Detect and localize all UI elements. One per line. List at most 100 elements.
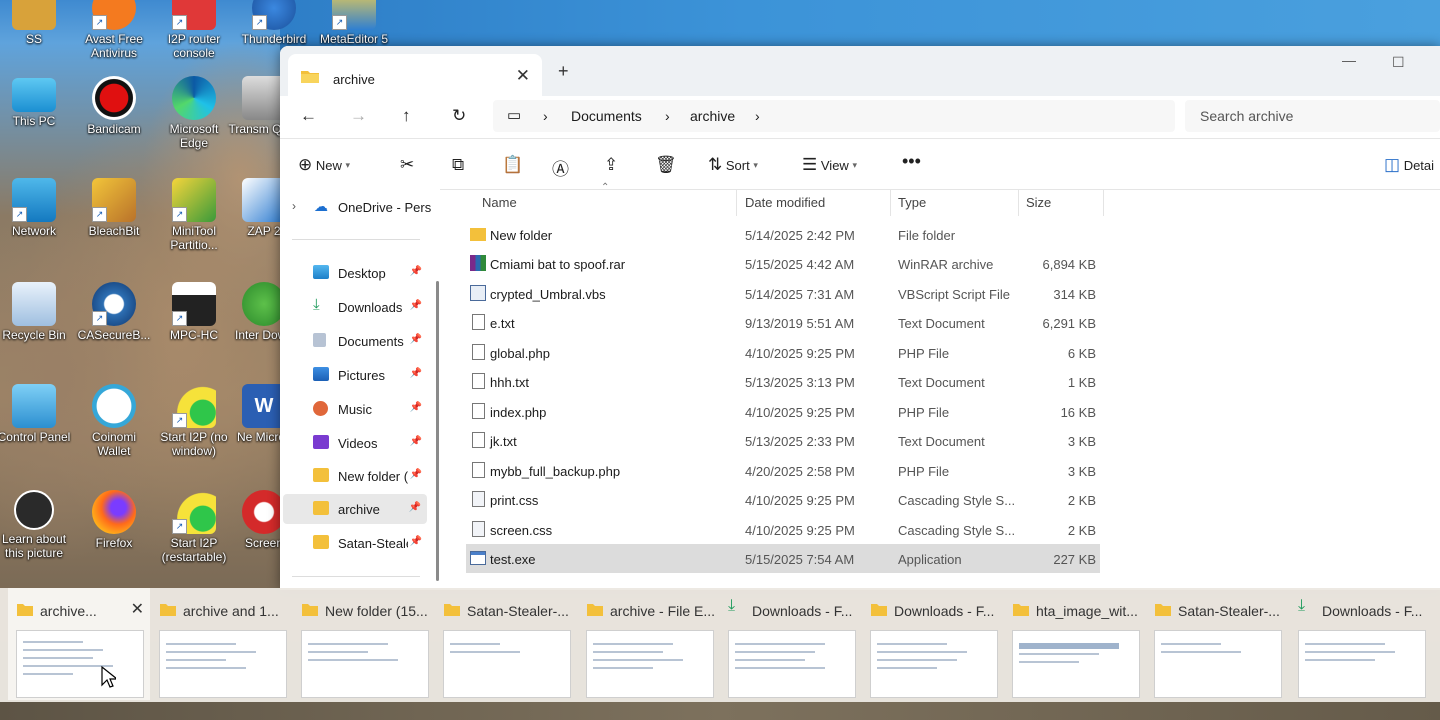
paste-button[interactable]: 📋 (502, 155, 523, 175)
pin-icon[interactable]: 📌 (410, 334, 422, 345)
cut-button[interactable]: ✂ (400, 155, 414, 175)
sidebar-item-pictures[interactable]: Pictures 📌 (280, 360, 428, 390)
desktop-icon-start-i2p-restartable[interactable]: ↗ Start I2P (restartable) (156, 490, 232, 564)
desktop-icon-ss[interactable]: SS (0, 0, 72, 46)
preview-archive-and-1[interactable]: archive and 1... (151, 588, 293, 700)
new-tab-button[interactable]: + (558, 61, 569, 82)
desktop-icon-bandicam[interactable]: Bandicam (76, 76, 152, 136)
column-divider[interactable] (1018, 190, 1019, 216)
desktop-icon-avast[interactable]: ↗ Avast Free Antivirus (76, 0, 152, 60)
desktop-icon-mpc-hc[interactable]: ↗ MPC-HC (156, 282, 232, 342)
tab-archive[interactable]: archive ✕ (288, 54, 542, 96)
more-options-button[interactable]: ••• (902, 151, 921, 172)
pin-icon[interactable]: 📌 (410, 402, 422, 413)
file-row[interactable]: print.css 4/10/2025 9:25 PM Cascading St… (466, 485, 1100, 514)
preview-new-folder-15[interactable]: New folder (15... (293, 588, 435, 700)
pin-icon[interactable]: 📌 (410, 436, 422, 447)
file-row[interactable]: New folder 5/14/2025 2:42 PM File folder (466, 220, 1100, 249)
pin-icon[interactable]: 📌 (410, 368, 422, 379)
file-row[interactable]: e.txt 9/13/2019 5:51 AM Text Document 6,… (466, 308, 1100, 337)
column-divider[interactable] (736, 190, 737, 216)
column-header-size[interactable]: Size (1026, 195, 1051, 223)
address-bar[interactable]: ▭ › Documents › archive › (493, 100, 1175, 132)
file-row[interactable]: global.php 4/10/2025 9:25 PM PHP File 6 … (466, 338, 1100, 367)
pin-icon[interactable]: 📌 (410, 300, 422, 311)
preview-downloads-1[interactable]: ⤓ Downloads - F... (720, 588, 862, 700)
desktop-icon-learn-about-picture[interactable]: Learn about this picture (0, 490, 72, 560)
column-header-date[interactable]: Date modified (745, 195, 825, 223)
sidebar-item-desktop[interactable]: Desktop 📌 (280, 258, 428, 288)
sidebar-item-new-folder[interactable]: New folder (1 📌 (280, 461, 428, 491)
delete-button[interactable]: 🗑 (655, 155, 677, 175)
desktop-icon-recycle-bin[interactable]: Recycle Bin (0, 282, 72, 342)
sidebar-item-satan-stealer[interactable]: Satan-Stealer 📌 (280, 528, 428, 558)
file-row[interactable]: crypted_Umbral.vbs 5/14/2025 7:31 AM VBS… (466, 279, 1100, 308)
close-icon[interactable]: ✕ (516, 66, 530, 86)
sidebar-item-archive[interactable]: archive 📌 (283, 494, 427, 524)
desktop-icon-edge[interactable]: Microsoft Edge (156, 76, 232, 150)
file-row[interactable]: jk.txt 5/13/2025 2:33 PM Text Document 3… (466, 426, 1100, 455)
sidebar-scrollbar[interactable] (436, 281, 439, 581)
minimize-button[interactable]: — (1342, 52, 1356, 68)
file-row[interactable]: mybb_full_backup.php 4/20/2025 2:58 PM P… (466, 456, 1100, 485)
close-icon[interactable]: ✕ (131, 599, 144, 619)
desktop-icon-this-pc[interactable]: This PC (0, 76, 72, 128)
column-header-type[interactable]: Type (898, 195, 926, 223)
desktop-icon-control-panel[interactable]: Control Panel (0, 384, 72, 444)
desktop-icon-coinomi[interactable]: Coinomi Wallet (76, 384, 152, 458)
desktop-icon-start-i2p-no-window[interactable]: ↗ Start I2P (no window) (156, 384, 232, 458)
file-row[interactable]: hhh.txt 5/13/2025 3:13 PM Text Document … (466, 367, 1100, 396)
breadcrumb-documents[interactable]: Documents (571, 108, 642, 124)
preview-hta-image[interactable]: hta_image_wit... (1004, 588, 1146, 700)
sidebar-item-onedrive[interactable]: › ☁ OneDrive - Pers (280, 192, 431, 222)
file-row[interactable]: index.php 4/10/2025 9:25 PM PHP File 16 … (466, 397, 1100, 426)
search-input[interactable]: Search archive (1185, 100, 1440, 132)
file-row-selected[interactable]: test.exe 5/15/2025 7:54 AM Application 2… (466, 544, 1100, 573)
file-row[interactable]: Cmiami bat to spoof.rar 5/15/2025 4:42 A… (466, 249, 1100, 278)
preview-archive-file-explorer[interactable]: archive - File E... (578, 588, 720, 700)
pin-icon[interactable]: 📌 (410, 536, 422, 547)
column-divider[interactable] (890, 190, 891, 216)
share-button[interactable]: ⇪ (604, 155, 618, 175)
preview-satan-stealer[interactable]: Satan-Stealer-... (435, 588, 577, 700)
desktop-icon-casecure[interactable]: ↗ CASecureB... (76, 282, 152, 342)
rename-button[interactable]: Ⓐ (552, 155, 569, 180)
column-divider[interactable] (1103, 190, 1104, 216)
maximize-button[interactable]: ☐ (1392, 54, 1405, 71)
desktop-icon-thunderbird[interactable]: ↗ Thunderbird (236, 0, 312, 46)
details-pane-button[interactable]: ◫ Detai (1384, 155, 1434, 175)
file-row[interactable]: screen.css 4/10/2025 9:25 PM Cascading S… (466, 515, 1100, 544)
refresh-button[interactable]: ↻ (452, 106, 466, 126)
forward-button[interactable]: → (350, 106, 367, 126)
sidebar-item-music[interactable]: Music 📌 (280, 394, 428, 424)
desktop-icon-metaeditor[interactable]: ↗ MetaEditor 5 (316, 0, 392, 46)
sort-button[interactable]: ⇅ Sort ▾ (708, 155, 758, 175)
new-button[interactable]: ⊕ New ▾ (298, 155, 350, 175)
back-button[interactable]: ← (300, 106, 317, 126)
script-file-icon (470, 285, 486, 301)
up-button[interactable]: ↑ (402, 106, 411, 126)
desktop-icon-i2p-console[interactable]: ↗ I2P router console (156, 0, 232, 60)
preview-archive[interactable]: archive... ✕ (8, 588, 150, 700)
chevron-right-icon[interactable]: › (543, 108, 548, 124)
pin-icon[interactable]: 📌 (410, 266, 422, 277)
desktop-icon-network[interactable]: ↗ Network (0, 178, 72, 238)
desktop-icon-bleachbit[interactable]: ↗ BleachBit (76, 178, 152, 238)
sidebar-item-documents[interactable]: Documents 📌 (280, 326, 428, 356)
desktop-icon-firefox[interactable]: Firefox (76, 490, 152, 550)
sidebar-item-videos[interactable]: Videos 📌 (280, 428, 428, 458)
copy-button[interactable]: ⧉ (452, 155, 464, 175)
preview-satan-stealer-2[interactable]: Satan-Stealer-... (1146, 588, 1288, 700)
preview-downloads-2[interactable]: Downloads - F... (862, 588, 1004, 700)
desktop-icon-minitool[interactable]: ↗ MiniTool Partitio... (156, 178, 232, 252)
view-button[interactable]: ☰ View ▾ (802, 155, 857, 175)
preview-downloads-3[interactable]: ⤓ Downloads - F... (1290, 588, 1430, 700)
pin-icon[interactable]: 📌 (410, 469, 422, 480)
pin-icon[interactable]: 📌 (409, 502, 421, 513)
column-header-name[interactable]: Name (482, 195, 517, 223)
sidebar-item-downloads[interactable]: ⤓ Downloads 📌 (280, 292, 428, 322)
chevron-right-icon[interactable]: › (755, 108, 760, 124)
chevron-right-icon[interactable]: › (665, 108, 670, 124)
breadcrumb-archive[interactable]: archive (690, 108, 735, 124)
chevron-right-icon[interactable]: › (292, 199, 296, 213)
